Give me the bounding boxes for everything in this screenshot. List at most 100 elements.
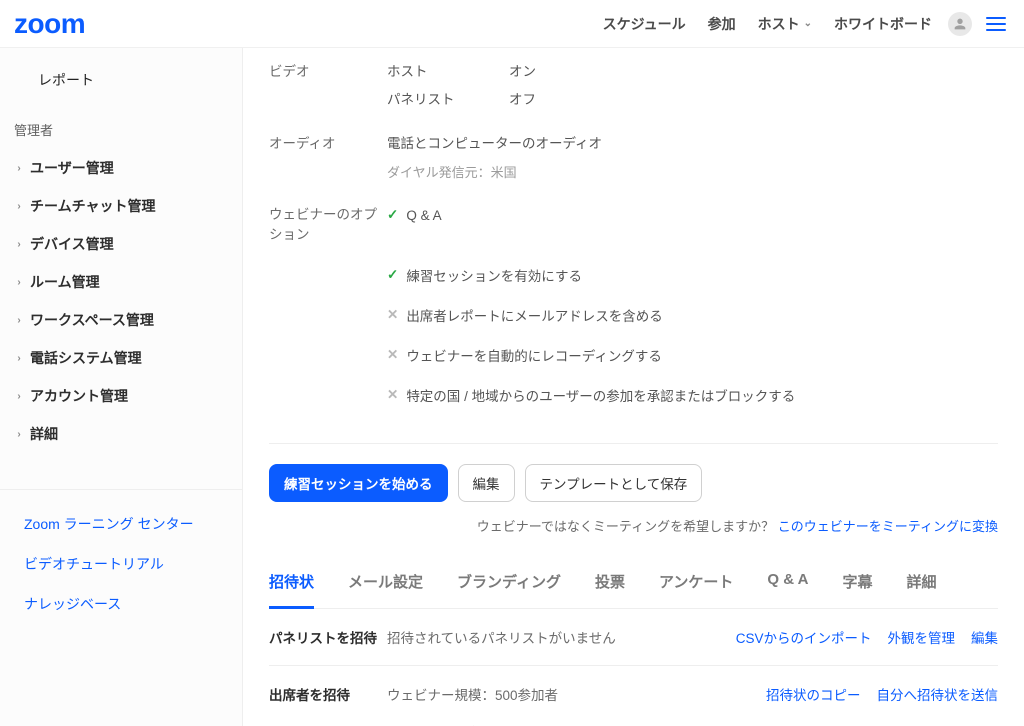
option-auto-record: ✕ ウェビナーを自動的にレコーディングする	[387, 335, 998, 375]
invite-panelist-label: パネリストを招待	[269, 627, 387, 647]
chevron-right-icon: ›	[14, 315, 24, 326]
nav-join[interactable]: 参加	[708, 14, 736, 34]
chevron-right-icon: ›	[14, 353, 24, 364]
video-panelist-row: パネリスト オフ	[269, 84, 998, 112]
option-text: ウェビナーを自動的にレコーディングする	[406, 345, 662, 365]
sidebar-item-label: アカウント管理	[30, 386, 128, 406]
audio-row: オーディオ 電話とコンピューターのオーディオ ダイヤル発信元：米国	[269, 128, 998, 185]
sidebar-item-label: 電話システム管理	[30, 348, 142, 368]
chevron-right-icon: ›	[14, 163, 24, 174]
copy-invitation-link[interactable]: 招待状のコピー	[766, 684, 861, 726]
x-icon: ✕	[387, 387, 398, 403]
top-header: zoom スケジュール 参加 ホスト ⌄ ホワイトボード	[0, 0, 1024, 48]
option-practice-session: ✓ 練習セッションを有効にする	[387, 255, 998, 295]
nav-whiteboard[interactable]: ホワイトボード	[834, 14, 932, 34]
option-text: 練習セッションを有効にする	[406, 265, 582, 285]
avatar[interactable]	[948, 12, 972, 36]
start-practice-button[interactable]: 練習セッションを始める	[269, 464, 448, 502]
webinar-settings: ビデオ ホスト オン パネリスト オフ オーディオ 電話とコンピューターのオーデ…	[269, 56, 998, 419]
chevron-down-icon: ⌄	[804, 18, 812, 29]
sidebar-item-phone-system[interactable]: › 電話システム管理	[0, 339, 242, 377]
nav-schedule[interactable]: スケジュール	[603, 14, 686, 34]
check-icon: ✓	[387, 267, 398, 283]
x-icon: ✕	[387, 307, 398, 323]
manage-appearance-link[interactable]: 外観を管理	[888, 627, 956, 647]
csv-import-link[interactable]: CSVからのインポート	[736, 627, 872, 647]
sidebar-report[interactable]: レポート	[0, 62, 242, 98]
chevron-right-icon: ›	[14, 277, 24, 288]
edit-button[interactable]: 編集	[458, 464, 515, 502]
sidebar-item-label: ルーム管理	[30, 272, 100, 292]
webinar-options-label: ウェビナーのオプション	[269, 205, 387, 246]
tab-email-settings[interactable]: メール設定	[348, 559, 423, 608]
option-text: Q & A	[406, 208, 441, 223]
option-qa: ✓ Q & A	[387, 197, 998, 233]
sidebar-item-account[interactable]: › アカウント管理	[0, 377, 242, 415]
dial-from-hint: ダイヤル発信元：米国	[387, 162, 998, 181]
audio-label: オーディオ	[269, 132, 387, 152]
sidebar-divider	[0, 489, 242, 490]
sidebar-item-label: ワークスペース管理	[30, 310, 154, 330]
option-attendee-report-email: ✕ 出席者レポートにメールアドレスを含める	[387, 295, 998, 335]
nav-host-label: ホスト	[758, 14, 800, 34]
chevron-right-icon: ›	[14, 391, 24, 402]
video-host-value: オン	[509, 60, 536, 80]
invite-panelist-section: パネリストを招待 招待されているパネリストがいません CSVからのインポート 外…	[269, 609, 998, 666]
sidebar-item-workspace[interactable]: › ワークスペース管理	[0, 301, 242, 339]
webinar-scale: ウェビナー規模：500参加者	[387, 684, 766, 704]
convert-prompt: ウェビナーではなくミーティングを希望しますか？ このウェビナーをミーティングに変…	[269, 516, 998, 535]
save-template-button[interactable]: テンプレートとして保存	[525, 464, 703, 502]
sidebar-item-label: デバイス管理	[30, 234, 114, 254]
actions-bar: 練習セッションを始める 編集 テンプレートとして保存 ウェビナーではなくミーティ…	[269, 443, 998, 535]
detail-tabs: 招待状 メール設定 ブランディング 投票 アンケート Q & A 字幕 詳細	[269, 559, 998, 609]
invite-panelist-empty: 招待されているパネリストがいません	[387, 627, 736, 647]
audio-value: 電話とコンピューターのオーディオ	[387, 132, 998, 152]
video-panelist-label: パネリスト	[387, 88, 509, 108]
tab-polls[interactable]: 投票	[595, 559, 625, 608]
webinar-options-row: ウェビナーのオプション ✓ Q & A ✓ 練習セッションを有効にする ✕ 出席…	[269, 201, 998, 419]
check-icon: ✓	[387, 207, 398, 223]
sidebar-item-rooms[interactable]: › ルーム管理	[0, 263, 242, 301]
tab-qa[interactable]: Q & A	[767, 559, 808, 608]
main-content: ビデオ ホスト オン パネリスト オフ オーディオ 電話とコンピューターのオーデ…	[243, 48, 1024, 726]
sidebar-item-users[interactable]: › ユーザー管理	[0, 149, 242, 187]
x-icon: ✕	[387, 347, 398, 363]
sidebar-section-admin: 管理者	[0, 98, 242, 149]
invite-attendee-label: 出席者を招待	[269, 684, 387, 726]
sidebar-item-devices[interactable]: › デバイス管理	[0, 225, 242, 263]
video-panelist-value: オフ	[509, 88, 536, 108]
sidebar-item-team-chat[interactable]: › チームチャット管理	[0, 187, 242, 225]
sidebar-item-more[interactable]: › 詳細	[0, 415, 242, 453]
panelist-edit-link[interactable]: 編集	[971, 627, 998, 647]
tab-survey[interactable]: アンケート	[659, 559, 733, 608]
tab-captions[interactable]: 字幕	[843, 559, 873, 608]
convert-to-meeting-link[interactable]: このウェビナーをミーティングに変換	[778, 519, 998, 534]
sidebar: レポート 管理者 › ユーザー管理 › チームチャット管理 › デバイス管理 ›…	[0, 48, 243, 726]
tab-branding[interactable]: ブランディング	[457, 559, 561, 608]
option-text: 出席者レポートにメールアドレスを含める	[406, 305, 663, 325]
sidebar-link-learning-center[interactable]: Zoom ラーニング センター	[0, 504, 242, 544]
chevron-right-icon: ›	[14, 201, 24, 212]
send-self-invitation-link[interactable]: 自分へ招待状を送信	[877, 684, 999, 726]
nav-host[interactable]: ホスト ⌄	[758, 14, 812, 34]
chevron-right-icon: ›	[14, 429, 24, 440]
sidebar-link-knowledge-base[interactable]: ナレッジベース	[0, 584, 242, 624]
tab-more[interactable]: 詳細	[907, 559, 937, 608]
option-text: 特定の国 / 地域からのユーザーの参加を承認またはブロックする	[406, 385, 795, 405]
tab-invitation[interactable]: 招待状	[269, 559, 314, 609]
sidebar-item-label: ユーザー管理	[30, 158, 114, 178]
chevron-right-icon: ›	[14, 239, 24, 250]
video-host-label: ホスト	[387, 60, 509, 80]
hamburger-menu-icon[interactable]	[986, 17, 1006, 31]
convert-question: ウェビナーではなくミーティングを希望しますか？	[477, 519, 778, 534]
header-nav: スケジュール 参加 ホスト ⌄ ホワイトボード	[603, 14, 932, 34]
invite-attendee-section: 出席者を招待 ウェビナー規模：500参加者 ウェビナーに参加するためのリンク 招…	[269, 666, 998, 726]
user-icon	[952, 16, 968, 32]
sidebar-item-label: 詳細	[30, 424, 58, 444]
sidebar-item-label: チームチャット管理	[30, 196, 155, 216]
zoom-logo[interactable]: zoom	[14, 8, 85, 40]
video-label: ビデオ	[269, 60, 387, 80]
option-country-approve-block: ✕ 特定の国 / 地域からのユーザーの参加を承認またはブロックする	[387, 375, 998, 415]
sidebar-link-tutorials[interactable]: ビデオチュートリアル	[0, 544, 242, 584]
video-row: ビデオ ホスト オン	[269, 56, 998, 84]
